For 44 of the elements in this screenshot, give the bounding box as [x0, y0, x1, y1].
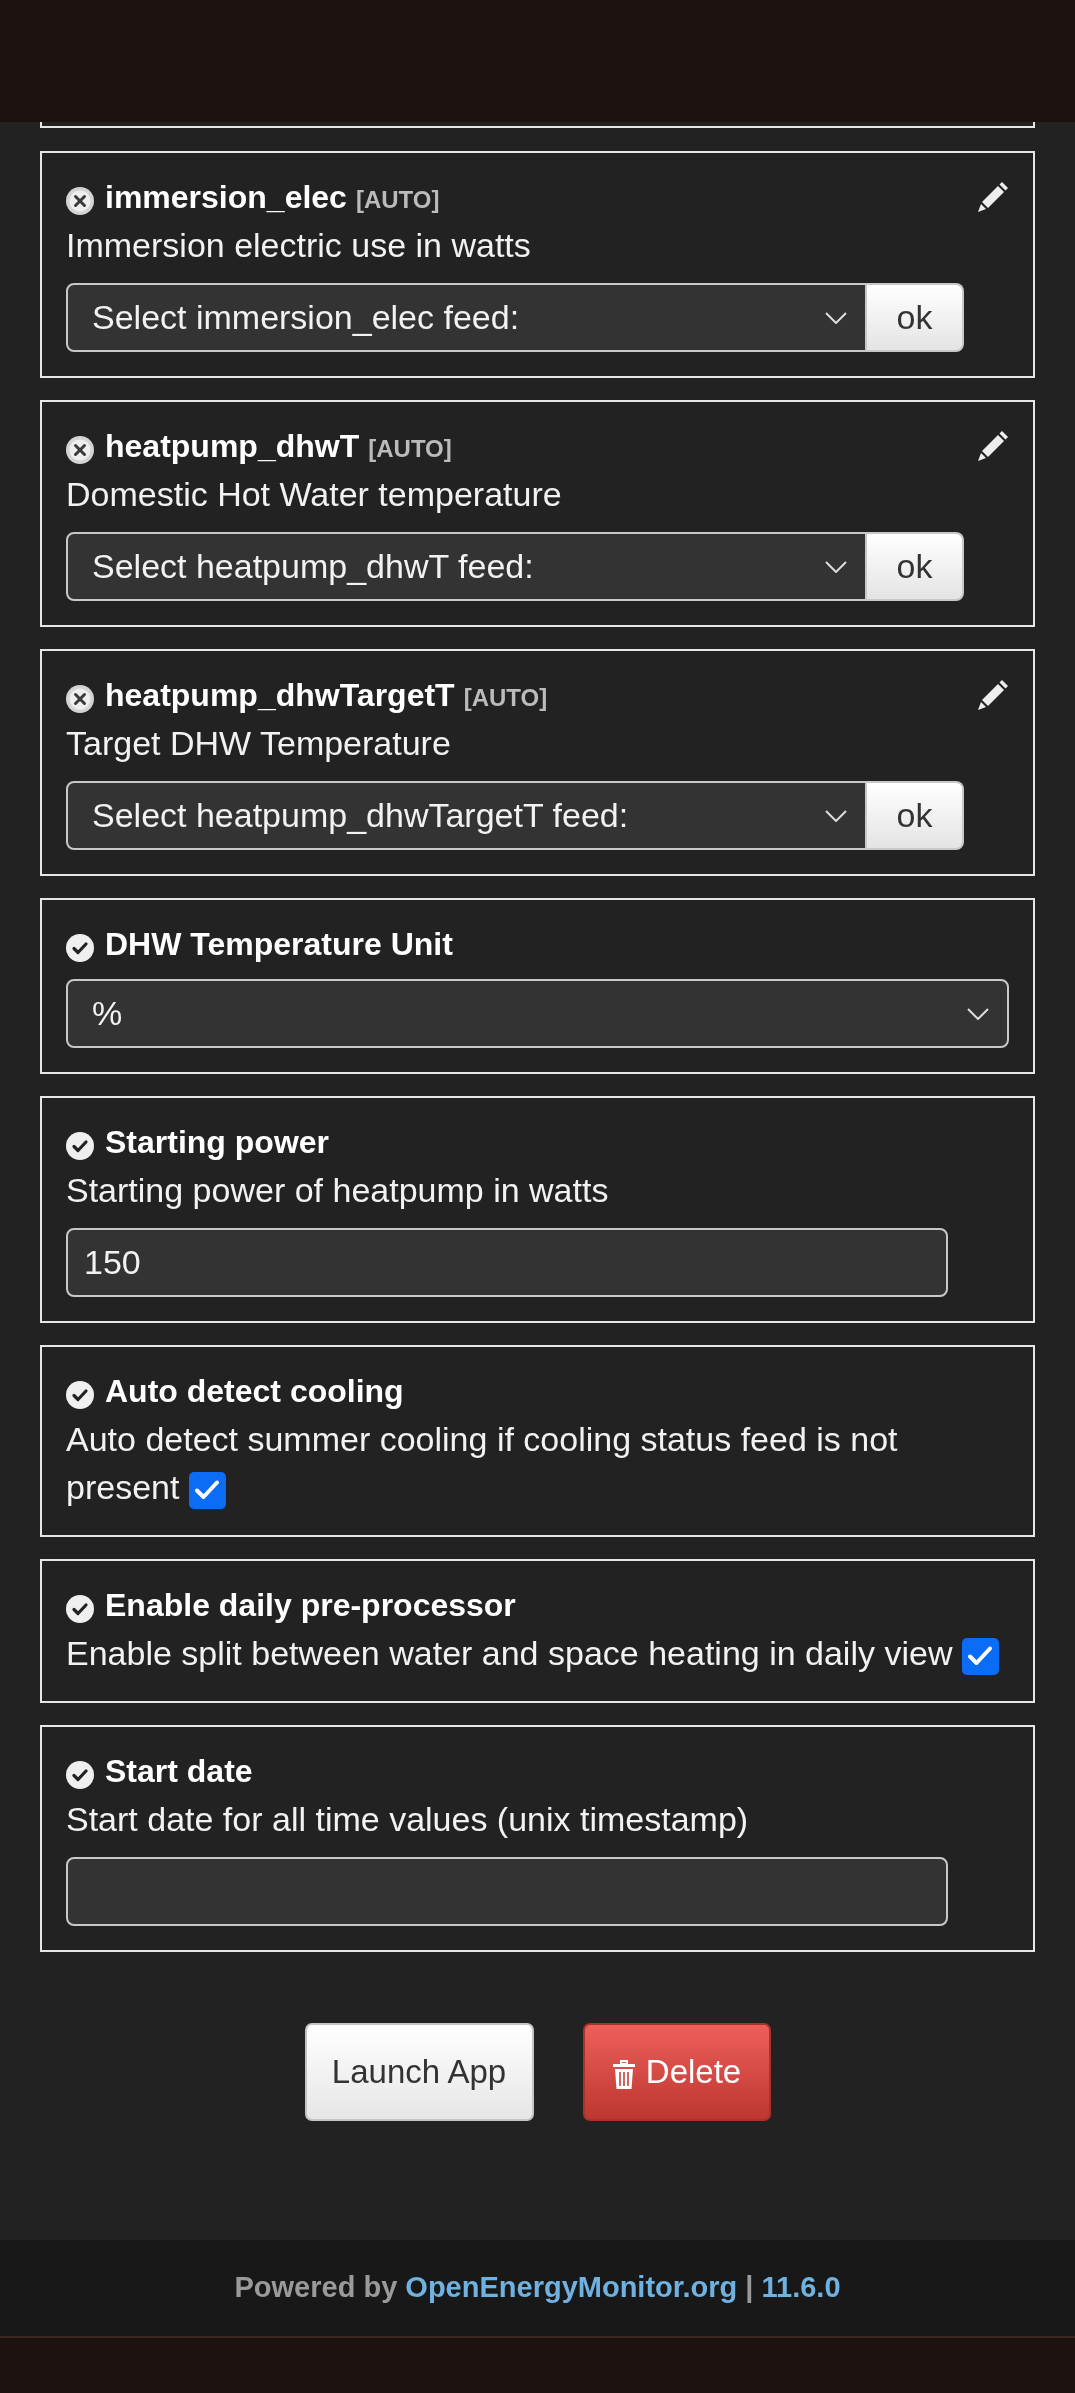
field-title: Enable daily pre-processor: [105, 1586, 516, 1625]
chevron-down-icon: [825, 809, 847, 822]
website-link[interactable]: OpenEnergyMonitor.org: [405, 2271, 738, 2304]
checkbox[interactable]: [188, 1471, 226, 1509]
field-title: immersion_elec: [105, 178, 347, 217]
field-title: DHW Temperature Unit: [105, 925, 453, 964]
field-title: Auto detect cooling: [105, 1372, 404, 1411]
text-field[interactable]: 150: [66, 1228, 948, 1297]
delete-button[interactable]: Delete: [582, 2023, 771, 2121]
field-description: Target DHW Temperature: [66, 723, 452, 764]
field-title: heatpump_dhwT: [105, 427, 360, 466]
trash-icon: [611, 2060, 636, 2090]
field-description: Immersion electric use in watts: [66, 225, 532, 266]
chevron-down-icon: [825, 560, 847, 573]
ok-button[interactable]: ok: [867, 532, 964, 601]
field-tag: [AUTO]: [463, 680, 548, 716]
field-tag: [AUTO]: [368, 431, 452, 467]
checkmark-icon: [195, 1480, 220, 1500]
field-title: heatpump_dhwTargetT: [105, 676, 455, 715]
pencil-icon[interactable]: [977, 430, 1009, 462]
pencil-icon[interactable]: [977, 679, 1009, 711]
launch-app-button[interactable]: Launch App: [304, 2023, 534, 2121]
dropdown-select[interactable]: %: [66, 979, 1009, 1048]
text-field[interactable]: [66, 1857, 948, 1926]
chevron-down-icon: [825, 311, 847, 324]
footer-text: Powered by OpenEnergyMonitor.org | 11.6.0: [234, 2270, 841, 2306]
pencil-icon[interactable]: [977, 181, 1009, 213]
chevron-down-icon: [967, 1007, 989, 1020]
field-description: Start date for all time values (unix timestamp): [66, 1799, 750, 1840]
ok-button[interactable]: ok: [867, 781, 964, 850]
checkbox-label[interactable]: Enable split between water and space heating in daily view: [66, 1629, 1009, 1677]
checkbox[interactable]: [961, 1637, 999, 1675]
ok-button[interactable]: ok: [867, 283, 964, 352]
feed-select[interactable]: Select heatpump_dhwT feed:: [66, 532, 867, 601]
version-link[interactable]: 11.6.0: [761, 2271, 841, 2304]
field-description: Domestic Hot Water temperature: [66, 474, 563, 515]
checkmark-icon: [968, 1646, 993, 1666]
field-tag: [AUTO]: [355, 182, 440, 218]
checkbox-label[interactable]: Auto detect summer cooling if cooling status feed is not present: [66, 1415, 1009, 1511]
feed-select[interactable]: Select heatpump_dhwTargetT feed:: [66, 781, 867, 850]
field-description: Starting power of heatpump in watts: [66, 1170, 610, 1211]
field-title: Start date: [105, 1752, 253, 1791]
feed-select[interactable]: Select immersion_elec feed:: [66, 283, 867, 352]
field-title: Starting power: [105, 1123, 329, 1162]
